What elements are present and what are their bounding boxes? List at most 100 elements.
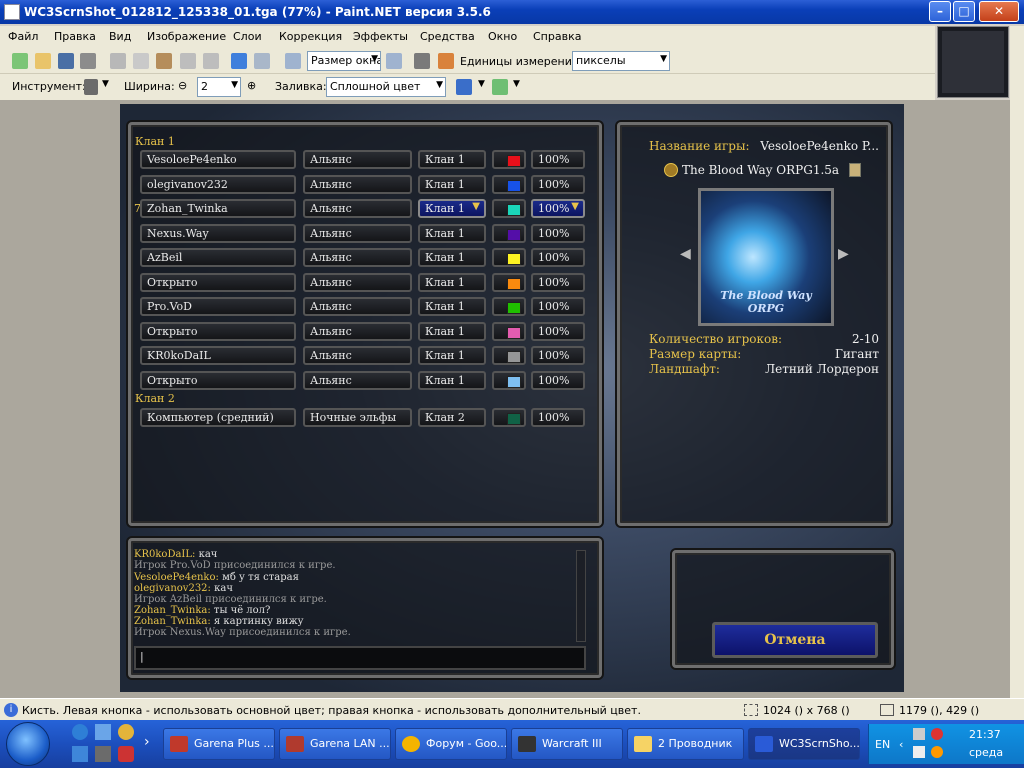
units-select[interactable]: пикселы ▼ <box>572 51 670 71</box>
redo-icon[interactable] <box>254 53 270 69</box>
player-race-slot[interactable]: Альянс <box>303 371 412 390</box>
map-prev-arrow-icon[interactable]: ◀ <box>680 246 691 262</box>
increase-width-icon[interactable]: ⊕ <box>247 79 256 92</box>
minimize-button[interactable]: – <box>929 1 951 22</box>
player-handicap-slot[interactable]: 100% <box>531 322 585 341</box>
computer-color-slot[interactable] <box>492 408 526 427</box>
language-indicator[interactable]: EN <box>875 738 890 751</box>
chat-scrollbar[interactable] <box>576 550 586 642</box>
tray-app-icon[interactable] <box>931 728 943 740</box>
player-name-slot[interactable]: Zohan_Twinka <box>140 199 296 218</box>
player-handicap-slot[interactable]: 100% <box>531 273 585 292</box>
brush-tool-icon[interactable] <box>84 79 98 95</box>
chevron-down-icon[interactable]: ▼ <box>513 79 520 89</box>
player-team-dropdown[interactable]: Клан 1 ▼ <box>418 199 486 218</box>
menu-view[interactable]: Вид <box>109 30 131 43</box>
cancel-button[interactable]: Отмена <box>712 622 878 658</box>
menu-effects[interactable]: Эффекты <box>353 30 408 43</box>
crop-icon[interactable] <box>180 53 196 69</box>
player-name-slot[interactable]: Nexus.Way <box>140 224 296 243</box>
player-race-slot[interactable]: Альянс <box>303 297 412 316</box>
zoom-in-icon[interactable] <box>386 53 402 69</box>
print-icon[interactable] <box>80 53 96 69</box>
network-icon[interactable] <box>913 728 925 740</box>
player-name-slot[interactable]: Открыто <box>140 371 296 390</box>
grid-icon[interactable] <box>414 53 430 69</box>
player-race-slot[interactable]: Альянс <box>303 322 412 341</box>
player-color-slot[interactable] <box>492 175 526 194</box>
start-button[interactable] <box>6 722 50 766</box>
player-name-slot[interactable]: AzBeil <box>140 248 296 267</box>
zoom-out-icon[interactable] <box>285 53 301 69</box>
player-name-slot[interactable]: Pro.VoD <box>140 297 296 316</box>
image-thumbnail[interactable] <box>937 26 1009 98</box>
player-color-slot[interactable] <box>492 224 526 243</box>
player-team-slot[interactable]: Клан 1 <box>418 322 486 341</box>
player-handicap-slot[interactable]: 100% <box>531 297 585 316</box>
player-race-slot[interactable]: Альянс <box>303 199 412 218</box>
menu-help[interactable]: Справка <box>533 30 581 43</box>
player-handicap-slot[interactable]: 100% <box>531 150 585 169</box>
close-button[interactable]: ✕ <box>979 1 1019 22</box>
player-race-slot[interactable]: Альянс <box>303 346 412 365</box>
deselect-icon[interactable] <box>203 53 219 69</box>
player-color-slot[interactable] <box>492 273 526 292</box>
show-desktop-icon[interactable] <box>95 724 111 740</box>
new-image-icon[interactable] <box>12 53 28 69</box>
task-browser[interactable]: Форум - Goo... <box>395 728 507 760</box>
quicklaunch-icon[interactable] <box>95 746 111 762</box>
player-race-slot[interactable]: Альянс <box>303 224 412 243</box>
task-garena-lan[interactable]: Garena LAN ... <box>279 728 391 760</box>
player-color-slot[interactable] <box>492 199 526 218</box>
copy-icon[interactable] <box>133 53 149 69</box>
player-color-slot[interactable] <box>492 150 526 169</box>
quicklaunch-icon[interactable] <box>118 724 134 740</box>
player-name-slot[interactable]: olegivanov232 <box>140 175 296 194</box>
vertical-scrollbar[interactable] <box>1010 26 1024 698</box>
ruler-icon[interactable] <box>438 53 454 69</box>
player-handicap-slot[interactable]: 100% <box>531 224 585 243</box>
player-name-slot[interactable]: Открыто <box>140 322 296 341</box>
player-color-slot[interactable] <box>492 371 526 390</box>
chevron-down-icon[interactable]: ▼ <box>478 79 485 89</box>
menu-window[interactable]: Окно <box>488 30 517 43</box>
player-handicap-slot[interactable]: 100% <box>531 346 585 365</box>
computer-name-slot[interactable]: Компьютер (средний) <box>140 408 296 427</box>
player-team-slot[interactable]: Клан 1 <box>418 297 486 316</box>
tray-app-icon[interactable] <box>931 746 943 758</box>
undo-icon[interactable] <box>231 53 247 69</box>
zoom-select[interactable]: Размер окна ▼ <box>307 51 381 71</box>
chevron-down-icon[interactable]: ▼ <box>102 79 109 89</box>
cut-icon[interactable] <box>110 53 126 69</box>
clock-time[interactable]: 21:37 <box>969 728 1001 741</box>
menu-adjustments[interactable]: Коррекция <box>279 30 342 43</box>
player-handicap-slot[interactable]: 100% <box>531 175 585 194</box>
map-next-arrow-icon[interactable]: ▶ <box>838 246 849 262</box>
fill-select[interactable]: Сплошной цвет ▼ <box>326 77 446 97</box>
player-team-slot[interactable]: Клан 1 <box>418 371 486 390</box>
player-handicap-slot[interactable]: 100% <box>531 248 585 267</box>
menu-edit[interactable]: Правка <box>54 30 96 43</box>
menu-layers[interactable]: Слои <box>233 30 262 43</box>
player-handicap-dropdown[interactable]: 100% ▼ <box>531 199 585 218</box>
menu-image[interactable]: Изображение <box>147 30 226 43</box>
ie-icon[interactable] <box>72 724 88 740</box>
player-color-slot[interactable] <box>492 346 526 365</box>
menu-file[interactable]: Файл <box>8 30 38 43</box>
antialiasing-icon[interactable] <box>456 79 472 95</box>
player-team-slot[interactable]: Клан 1 <box>418 273 486 292</box>
computer-handicap-slot[interactable]: 100% <box>531 408 585 427</box>
quicklaunch-icon[interactable] <box>118 746 134 762</box>
decrease-width-icon[interactable]: ⊖ <box>178 79 187 92</box>
menu-tools[interactable]: Средства <box>420 30 475 43</box>
player-team-slot[interactable]: Клан 1 <box>418 248 486 267</box>
blend-mode-icon[interactable] <box>492 79 508 95</box>
quicklaunch-icon[interactable] <box>72 746 88 762</box>
player-color-slot[interactable] <box>492 297 526 316</box>
chevron-left-icon[interactable]: ‹ <box>899 738 903 751</box>
task-explorer[interactable]: 2 Проводник <box>627 728 744 760</box>
player-name-slot[interactable]: VesoloePe4enko <box>140 150 296 169</box>
player-race-slot[interactable]: Альянс <box>303 175 412 194</box>
chevron-right-icon[interactable]: › <box>144 734 150 750</box>
paste-icon[interactable] <box>156 53 172 69</box>
